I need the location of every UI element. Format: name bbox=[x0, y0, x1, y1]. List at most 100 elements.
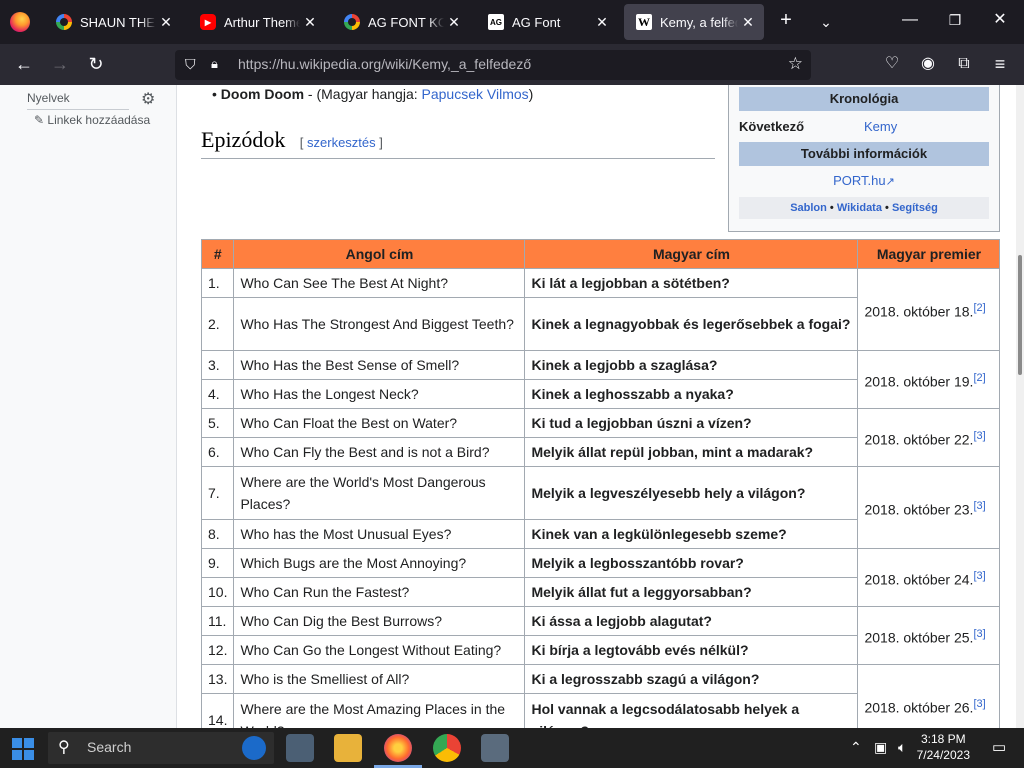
minimize-icon[interactable]: — bbox=[898, 10, 922, 30]
restore-icon[interactable]: ❐ bbox=[943, 10, 967, 30]
tab-arthur[interactable]: ▶ Arthur Theme So ✕ bbox=[188, 4, 326, 40]
close-icon[interactable]: ✕ bbox=[300, 14, 320, 31]
reference-link[interactable]: [3] bbox=[973, 628, 985, 640]
english-title: Who is the Smelliest of All? bbox=[233, 664, 526, 694]
pencil-icon: ✎ bbox=[34, 113, 45, 127]
hungarian-title: Melyik a legveszélyesebb hely a világon? bbox=[524, 466, 859, 520]
close-icon[interactable]: ✕ bbox=[156, 14, 176, 31]
table-row: 11. Who Can Dig the Best Burrows? Ki ássa … bbox=[200, 606, 1001, 665]
hungarian-title: Ki tud a legjobban úszni a vízen? bbox=[524, 408, 859, 438]
bookmark-star-icon[interactable]: ☆ bbox=[788, 54, 803, 74]
episode-number: 7. bbox=[200, 466, 235, 520]
task-view-icon[interactable] bbox=[286, 734, 314, 762]
hungarian-title: Kinek a leghosszabb a nyaka? bbox=[524, 379, 859, 409]
firefox-taskbar-icon[interactable] bbox=[384, 734, 412, 762]
chrome-icon[interactable] bbox=[433, 734, 461, 762]
voice-actor-link[interactable]: Papucsek Vilmos bbox=[422, 86, 529, 102]
premiere-date: 2018. október 24.[3] bbox=[857, 548, 1001, 607]
reload-icon[interactable]: ↻ bbox=[84, 54, 108, 74]
scrollbar-thumb[interactable] bbox=[1018, 255, 1022, 375]
close-icon[interactable]: ✕ bbox=[444, 14, 464, 31]
table-row: 1. Who Can See The Best At Night? Ki lát a… bbox=[200, 268, 1001, 351]
page-scrollbar[interactable] bbox=[1016, 85, 1024, 728]
reference-link[interactable]: [3] bbox=[973, 698, 985, 710]
shield-icon[interactable]: ⛉ bbox=[185, 56, 196, 73]
reference-link[interactable]: [2] bbox=[973, 302, 985, 314]
close-icon[interactable]: ✕ bbox=[738, 14, 758, 31]
edit-link[interactable]: szerkesztés bbox=[307, 135, 376, 150]
window-close-icon[interactable]: ✕ bbox=[988, 10, 1012, 30]
extensions-icon[interactable]: ⧉ bbox=[952, 54, 976, 74]
reference-link[interactable]: [3] bbox=[973, 500, 985, 512]
tab-title: AG Font bbox=[512, 14, 561, 30]
languages-label: Nyelvek bbox=[27, 91, 70, 105]
tab-ag-font[interactable]: AG AG Font ✕ bbox=[476, 4, 618, 40]
taskbar-search-box[interactable]: ⚲ bbox=[48, 732, 274, 764]
col-header-premiere: Magyar premier bbox=[857, 239, 1001, 269]
add-links-link[interactable]: ✎ Linkek hozzáadása bbox=[34, 113, 150, 127]
settings-app-icon[interactable] bbox=[481, 734, 509, 762]
english-title: Who has the Most Unusual Eyes? bbox=[233, 519, 526, 549]
account-icon[interactable]: ◉ bbox=[916, 54, 940, 74]
tab-shaun[interactable]: SHAUN THE SHE ✕ bbox=[44, 4, 182, 40]
table-row: 13. Who is the Smelliest of All? Ki a legr… bbox=[200, 664, 1001, 728]
help-link[interactable]: Segítség bbox=[892, 202, 938, 214]
english-title: Who Can Fly the Best and is not a Bird? bbox=[233, 437, 526, 467]
clock-date: 7/24/2023 bbox=[916, 748, 970, 762]
taskbar-clock[interactable]: 3:18 PM 7/24/2023 bbox=[917, 731, 970, 763]
premiere-date-text: 2018. október 23. bbox=[864, 501, 974, 518]
table-row: 9. Which Bugs are the Most Annoying? Melyi… bbox=[200, 548, 1001, 607]
infobox-footer: Sablon • Wikidata • Segítség bbox=[739, 197, 989, 219]
hungarian-title: Ki a legrosszabb szagú a világon? bbox=[524, 664, 859, 694]
volume-icon[interactable]: 🔈︎ bbox=[898, 739, 906, 756]
wikipedia-icon: W bbox=[636, 14, 652, 30]
url-text[interactable]: https://hu.wikipedia.org/wiki/Kemy,_a_fe… bbox=[238, 56, 531, 72]
chevron-down-icon[interactable]: ⌄ bbox=[814, 12, 838, 32]
google-icon bbox=[344, 14, 360, 30]
network-icon[interactable]: ▣ bbox=[874, 739, 887, 756]
episode-number: 5. bbox=[200, 408, 235, 438]
wikidata-link[interactable]: Wikidata bbox=[837, 202, 882, 214]
port-link[interactable]: PORT.hu bbox=[833, 173, 886, 188]
forward-icon[interactable]: → bbox=[48, 54, 72, 74]
firefox-icon[interactable] bbox=[10, 12, 30, 32]
bing-icon[interactable] bbox=[242, 736, 266, 760]
external-link-icon: ↗ bbox=[885, 176, 895, 188]
reference-link[interactable]: [3] bbox=[973, 570, 985, 582]
file-explorer-icon[interactable] bbox=[334, 734, 362, 762]
english-title: Which Bugs are the Most Annoying? bbox=[233, 548, 526, 578]
notifications-icon[interactable]: ▭ bbox=[992, 738, 1006, 756]
pocket-icon[interactable]: ♡ bbox=[880, 54, 904, 74]
episode-number: 12. bbox=[200, 635, 235, 665]
episode-number: 9. bbox=[200, 548, 235, 578]
episode-number: 8. bbox=[200, 519, 235, 549]
close-icon[interactable]: ✕ bbox=[592, 14, 612, 31]
reference-link[interactable]: [3] bbox=[973, 430, 985, 442]
table-row: 3. Who Has the Best Sense of Smell? Kinek … bbox=[200, 350, 1001, 409]
hungarian-title: Ki bírja a legtovább evés nélkül? bbox=[524, 635, 859, 665]
sablon-link[interactable]: Sablon bbox=[790, 202, 827, 214]
gear-icon[interactable]: ⚙ bbox=[141, 89, 155, 109]
menu-icon[interactable]: ≡ bbox=[988, 54, 1012, 74]
chevron-up-icon[interactable]: ⌃ bbox=[850, 739, 862, 756]
episode-number: 1. bbox=[200, 268, 235, 298]
back-icon[interactable]: ← bbox=[12, 54, 36, 74]
english-title: Who Can See The Best At Night? bbox=[233, 268, 526, 298]
lock-icon[interactable]: 🔒︎ bbox=[211, 56, 218, 72]
hungarian-title: Melyik állat fut a leggyorsabban? bbox=[524, 577, 859, 607]
left-sidebar: Nyelvek ⚙ ✎ Linkek hozzáadása bbox=[0, 85, 177, 728]
reference-link[interactable]: [2] bbox=[973, 372, 985, 384]
table-header-row: # Angol cím Magyar cím Magyar premier bbox=[200, 239, 1001, 269]
windows-start-icon[interactable] bbox=[12, 738, 34, 760]
infobox-more-info-header: További információk bbox=[739, 142, 989, 166]
col-header-hungarian-title: Magyar cím bbox=[524, 239, 859, 269]
new-tab-icon[interactable]: + bbox=[774, 10, 798, 30]
premiere-date-text: 2018. október 24. bbox=[864, 571, 974, 588]
infobox-next-link[interactable]: Kemy bbox=[864, 119, 897, 134]
taskbar-search-placeholder[interactable]: Search bbox=[87, 739, 131, 755]
english-title: Who Can Run the Fastest? bbox=[233, 577, 526, 607]
tab-ag-font-korea[interactable]: AG FONT KOREA ✕ bbox=[332, 4, 470, 40]
col-header-english-title: Angol cím bbox=[233, 239, 526, 269]
windows-taskbar: ⚲ ⌃ ▣ 🔈︎ 3:18 PM 7/24/2023 ▭ bbox=[0, 728, 1024, 768]
tab-kemy[interactable]: W Kemy, a felfedez ✕ bbox=[624, 4, 764, 40]
